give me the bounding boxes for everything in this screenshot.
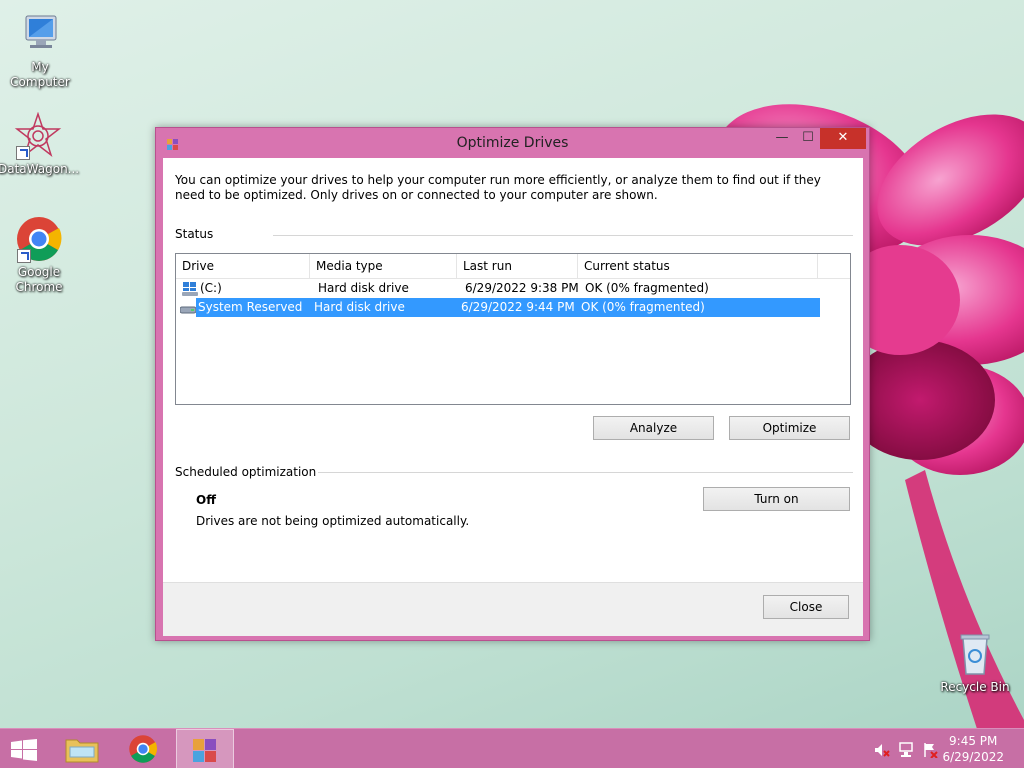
desktop-icon-recycle-bin[interactable]: Recycle Bin [935,630,1015,695]
optimize-button[interactable]: Optimize [729,416,850,440]
taskbar-file-explorer[interactable] [54,729,112,768]
status-divider [273,235,853,236]
scheduled-divider [318,472,853,473]
drive-last-run: 6/29/2022 9:44 PM [461,300,575,314]
column-header-current-status[interactable]: Current status [578,254,818,279]
taskbar: 9:45 PM 6/29/2022 [0,728,1024,768]
drives-list[interactable]: Drive Media type Last run Current status… [175,253,851,405]
start-button[interactable] [0,729,58,768]
column-header-media-type[interactable]: Media type [310,254,457,279]
desktop-icon-label: My Computer [10,60,70,89]
windows-logo-icon [11,739,37,761]
drive-media-type: Hard disk drive [318,281,409,295]
drive-media-type: Hard disk drive [314,300,405,314]
drive-last-run: 6/29/2022 9:38 PM [465,281,579,295]
shortcut-arrow-icon [16,146,30,160]
shortcut-arrow-icon [17,249,31,263]
scheduled-description: Drives are not being optimized automatic… [196,514,470,528]
desktop-icon-label: DataWagon... [0,162,80,176]
optimize-drives-window: Optimize Drives — ☐ ✕ You can optimize y… [155,127,870,641]
action-center-flag-icon[interactable] [922,742,938,758]
turn-on-button[interactable]: Turn on [703,487,850,511]
defrag-app-icon [193,739,216,762]
window-title: Optimize Drives [456,135,569,151]
drive-status: OK (0% fragmented) [585,281,709,295]
window-client-area: You can optimize your drives to help you… [163,158,863,636]
folder-icon [65,739,99,763]
drive-status: OK (0% fragmented) [581,300,705,314]
drive-name: System Reserved [198,300,303,314]
desktop-icon-label: Recycle Bin [940,680,1010,694]
drive-row-system-reserved[interactable]: System Reserved Hard disk drive 6/29/202… [180,298,820,317]
windows-drive-icon [182,282,198,296]
datawagon-icon [14,111,62,160]
desktop-icon-google-chrome[interactable]: Google Chrome [0,215,79,295]
drives-list-header: Drive Media type Last run Current status [176,254,850,279]
drive-name: (C:) [200,281,222,295]
column-header-last-run[interactable]: Last run [457,254,578,279]
desktop-icon-datawagon[interactable]: DataWagon... [0,111,80,177]
column-header-drive[interactable]: Drive [176,254,310,279]
taskbar-chrome[interactable] [115,729,173,768]
clock-time: 9:45 PM [949,734,998,748]
clock-date: 6/29/2022 [942,750,1004,764]
desktop-icon-label: Google Chrome [15,265,63,294]
drive-icon [180,306,196,314]
window-description: You can optimize your drives to help you… [175,173,821,202]
close-window-button[interactable]: ✕ [820,128,866,149]
maximize-button[interactable]: ☐ [794,128,822,149]
volume-muted-icon[interactable] [874,742,890,758]
close-button[interactable]: Close [763,595,849,619]
chrome-icon [129,735,158,763]
desktop-icon-my-computer[interactable]: My Computer [0,10,80,90]
analyze-button[interactable]: Analyze [593,416,714,440]
window-titlebar[interactable]: Optimize Drives — ☐ ✕ [156,128,869,158]
window-footer: Close [163,582,863,636]
system-clock[interactable]: 9:45 PM 6/29/2022 [942,733,1004,765]
drive-row-c[interactable]: (C:) Hard disk drive 6/29/2022 9:38 PM O… [180,279,820,298]
computer-icon [16,10,64,58]
network-icon[interactable] [898,742,914,758]
scheduled-section-label: Scheduled optimization [175,465,317,479]
chrome-icon [15,215,63,263]
status-section-label: Status [175,227,214,241]
scheduled-state: Off [196,493,216,507]
recycle-bin-icon [951,630,999,678]
minimize-button[interactable]: — [768,128,796,149]
taskbar-optimize-drives[interactable] [176,729,234,768]
